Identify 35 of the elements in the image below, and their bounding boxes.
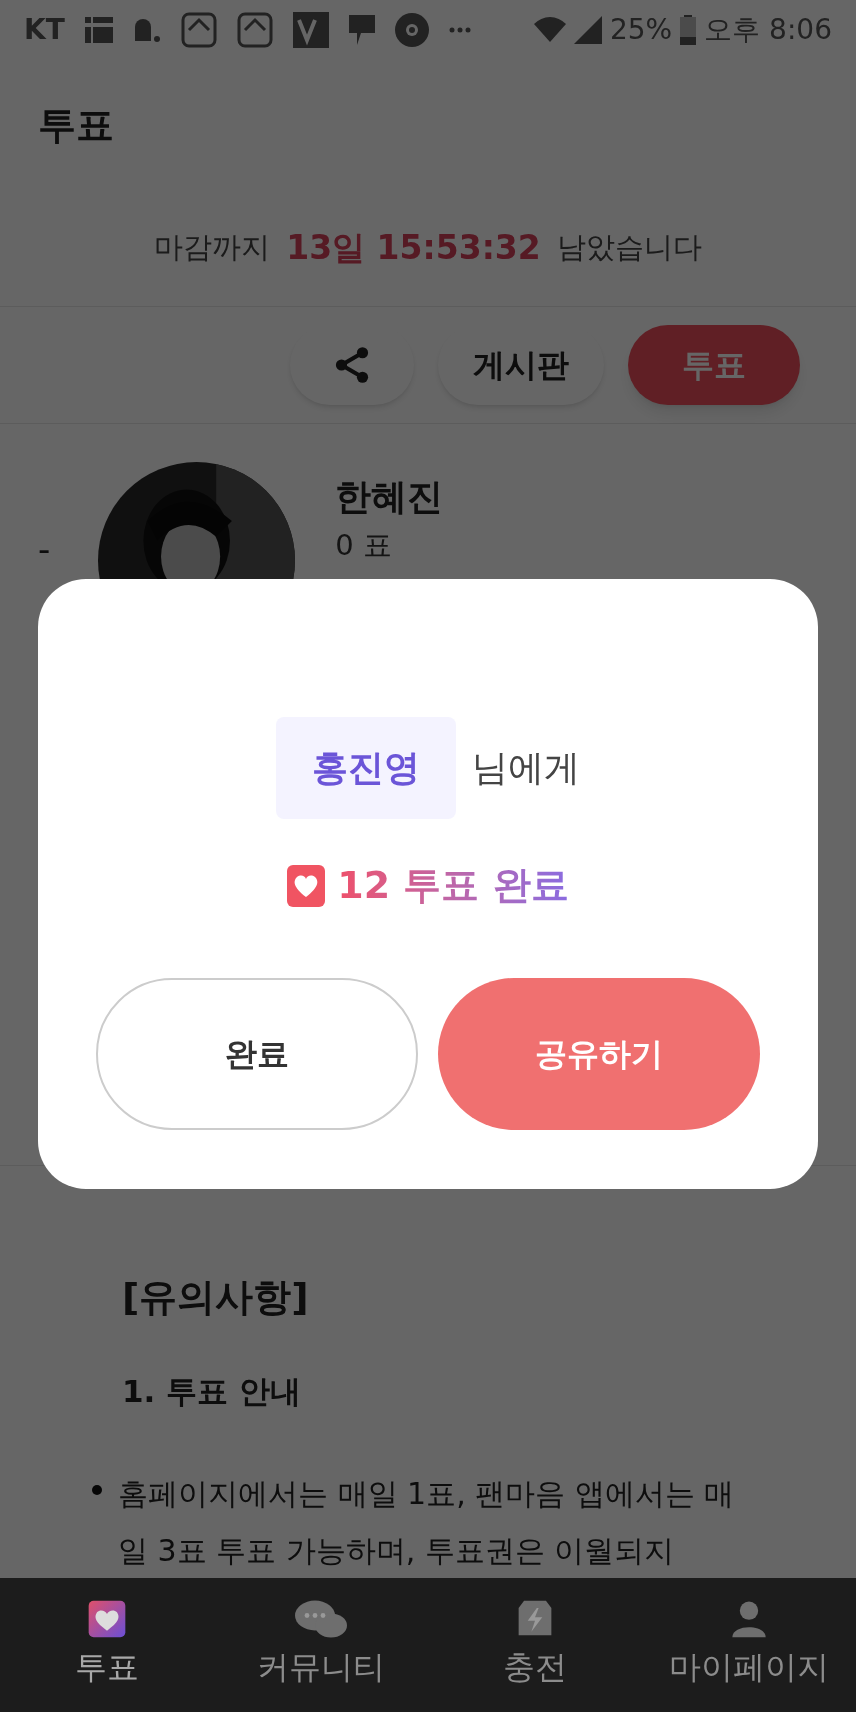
nav-tab[interactable]: 투표: [0, 1599, 214, 1691]
countdown-suffix: 남았습니다: [556, 229, 702, 267]
notice-text: 홈페이지에서는 매일 1표, 팬마음 앱에서는 매일 3표 투표 가능하며, 투표권은 이월되지: [118, 1474, 736, 1570]
countdown-time: 13일 15:53:32: [286, 227, 541, 270]
battery-icon: [680, 15, 697, 45]
clock: 오후 8:06: [704, 12, 832, 48]
nav-tab[interactable]: 커뮤니티: [214, 1599, 428, 1691]
grid-icon: [84, 17, 113, 43]
nav-tab[interactable]: 마이페이지: [642, 1599, 856, 1691]
recipient-suffix: 님에게: [472, 746, 580, 790]
signal-icon: [574, 16, 602, 44]
ghost-icon: [132, 17, 161, 43]
vote-count: 0 표: [335, 527, 393, 564]
message-icon: [348, 15, 375, 45]
section-heading: 1. 투표 안내: [122, 1372, 302, 1411]
more-icon: [448, 27, 471, 33]
rank-label: -: [38, 528, 51, 571]
v-icon: [292, 12, 329, 48]
house-icon: [180, 12, 217, 48]
wifi-icon: [534, 16, 566, 44]
carrier-label: KT: [24, 12, 65, 48]
recipient-name: 홍진영: [276, 717, 456, 819]
chat-icon: [295, 1599, 347, 1639]
board-button[interactable]: 게시판: [438, 325, 604, 405]
bullet-icon: [92, 1484, 102, 1495]
page-title: 투표: [38, 101, 114, 149]
candidate-name: 한혜진: [335, 475, 444, 519]
countdown-label: 마감까지: [154, 229, 271, 267]
notice-title: [유의사항]: [122, 1274, 310, 1321]
battery-percent: 25%: [610, 12, 673, 48]
share-button[interactable]: 공유하기: [438, 978, 760, 1130]
disc-icon: [394, 13, 429, 47]
done-button[interactable]: 완료: [96, 978, 418, 1130]
house-icon: [236, 12, 273, 48]
nav-tab[interactable]: 충전: [428, 1599, 642, 1691]
